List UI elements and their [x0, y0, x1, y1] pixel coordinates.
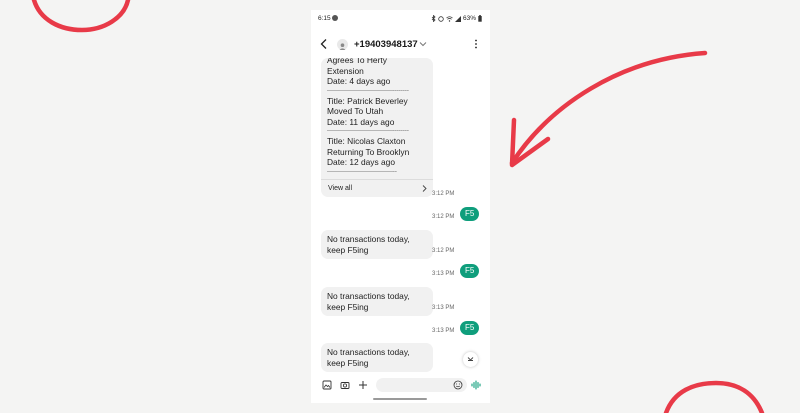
red-arrow-decoration [509, 50, 708, 168]
received-message-bubble[interactable]: No transactions today, keep F5ing [321, 230, 433, 259]
more-options-icon[interactable] [474, 39, 478, 49]
news-line: Moved To Utah [327, 106, 384, 116]
conversation-header: +19403948137 [311, 36, 490, 54]
battery-percent: 63% [462, 15, 476, 22]
scroll-to-bottom-button[interactable] [463, 352, 478, 367]
red-circle-decoration-top [31, 0, 131, 33]
news-line: Title: Nicolas Claxton [327, 136, 406, 146]
message-time: 3:12 PM [432, 191, 455, 197]
plus-icon[interactable] [358, 380, 368, 390]
chevron-right-icon [422, 185, 427, 192]
received-message-bubble[interactable]: No transactions today, keep F5ing [321, 343, 433, 372]
sent-message-bubble[interactable]: F5 [460, 207, 480, 221]
signal-icon [454, 15, 461, 22]
wifi-icon [446, 15, 453, 22]
status-icons: 63% [431, 15, 482, 22]
view-all-label: View all [328, 185, 352, 192]
news-separator: ----------------------------------------… [327, 87, 409, 94]
sent-message-bubble[interactable]: F5 [460, 321, 480, 335]
message-composer [311, 376, 490, 396]
bluetooth-icon [431, 15, 436, 22]
notification-icon [332, 15, 338, 21]
alarm-icon [438, 15, 444, 22]
news-line: Date: 11 days ago [327, 116, 395, 127]
message-time: 3:13 PM [432, 305, 455, 311]
contact-avatar[interactable] [337, 39, 348, 50]
news-line: Extension [327, 65, 364, 76]
camera-icon[interactable] [340, 380, 350, 390]
message-time: 3:13 PM [432, 328, 455, 334]
sent-message-bubble[interactable]: F5 [460, 264, 480, 278]
phone-screen: 6:15 63% +19403948137 Agrees To Herty Ext… [311, 10, 490, 403]
news-line: Returning To Brooklyn [327, 146, 410, 157]
status-bar: 6:15 63% [311, 10, 490, 28]
home-indicator [373, 398, 427, 400]
message-input[interactable] [376, 378, 467, 392]
message-time: 3:12 PM [432, 214, 455, 220]
red-circle-decoration-bottom [663, 380, 765, 413]
news-line: Date: 4 days ago [327, 76, 391, 86]
news-line: Agrees To Herty [327, 58, 387, 65]
news-digest-bubble: Agrees To Herty Extension Date: 4 days ago… [321, 58, 433, 197]
message-time: 3:13 PM [432, 271, 455, 277]
received-message-bubble[interactable]: No transactions today, keep F5ing [321, 287, 433, 316]
gallery-icon[interactable] [322, 380, 332, 390]
back-arrow-icon[interactable] [319, 38, 329, 50]
battery-icon [478, 15, 482, 22]
contact-number[interactable]: +19403948137 [354, 39, 418, 50]
status-time: 6:15 [318, 15, 331, 22]
news-separator: ----------------------------------------… [327, 128, 409, 134]
person-icon [339, 43, 346, 50]
voice-icon[interactable] [470, 380, 482, 390]
view-all-button[interactable]: View all [321, 179, 433, 197]
news-separator: ----------------------------------- [327, 168, 397, 175]
message-time: 3:12 PM [432, 248, 455, 254]
news-line: Title: Patrick Beverley [327, 95, 408, 106]
news-line: Date: 12 days ago [327, 157, 395, 167]
emoji-icon[interactable] [453, 380, 463, 390]
chevron-down-icon [467, 357, 474, 361]
chevron-down-icon[interactable] [419, 41, 427, 47]
